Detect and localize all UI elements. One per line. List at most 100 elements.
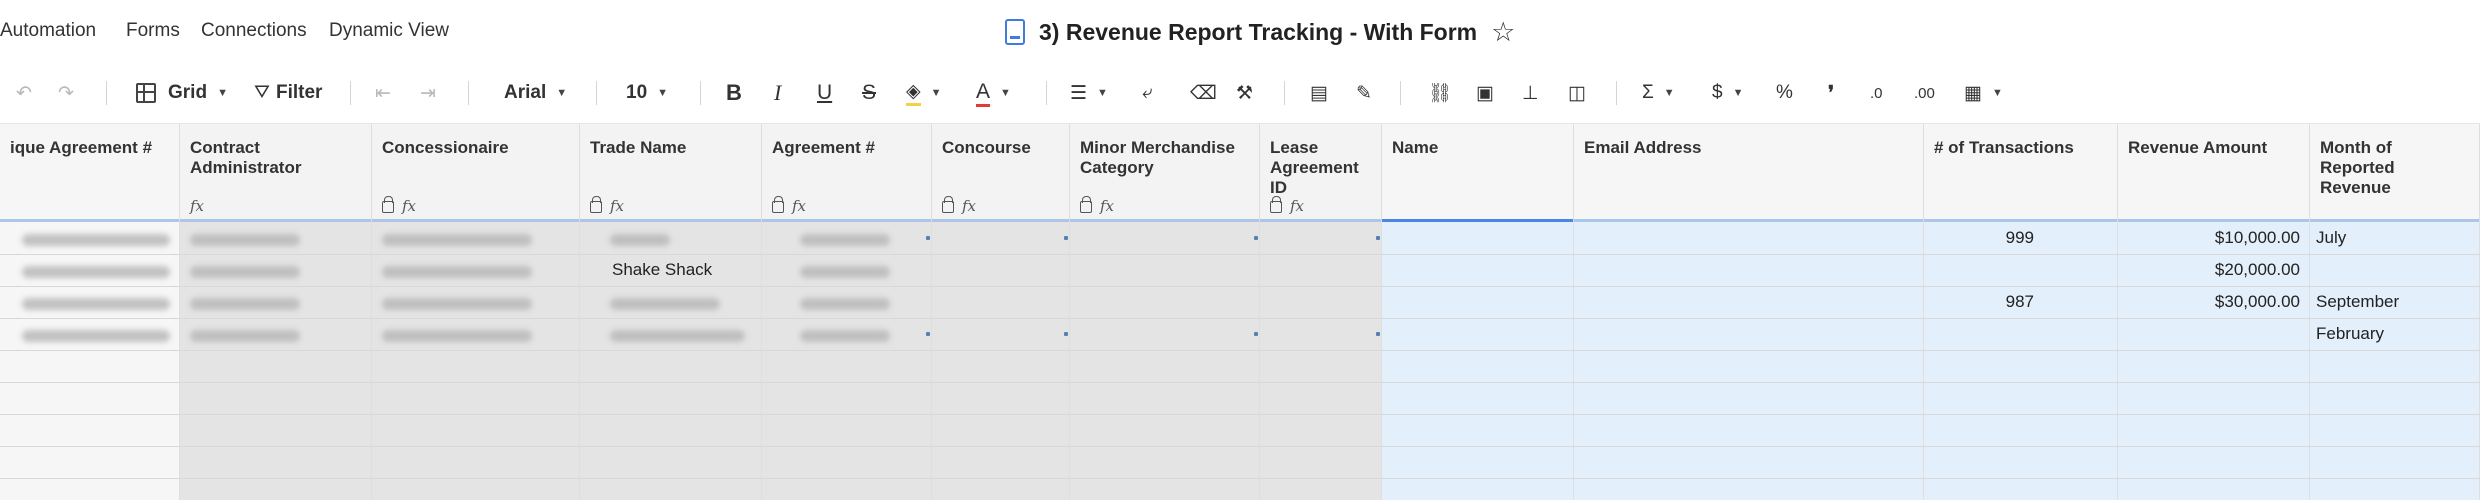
bold-button[interactable]: B <box>726 76 742 110</box>
column-header-icons: fx <box>942 196 976 215</box>
column-header[interactable]: Lease Agreement ID fx <box>1260 124 1381 222</box>
formula-icon: fx <box>610 197 625 215</box>
month-cell[interactable]: February <box>2316 324 2384 344</box>
column-header[interactable]: Name <box>1382 124 1573 222</box>
chevron-down-icon: ▼ <box>217 87 228 99</box>
outdent-icon[interactable]: ⇤ <box>375 76 391 110</box>
column-header[interactable]: Minor Merchandise Category fx <box>1070 124 1259 222</box>
view-selector[interactable]: Grid ▼ <box>136 76 228 110</box>
paint-bucket-icon: ◈ <box>906 80 921 106</box>
date-format-button[interactable]: ▦ ▼ <box>1964 76 2003 110</box>
row-divider <box>0 286 2480 287</box>
column-header-label: Trade Name <box>590 138 687 157</box>
column-lease-agreement-id[interactable]: Lease Agreement ID fx <box>1260 124 1382 500</box>
fill-color-button[interactable]: ◈ ▼ <box>906 76 942 110</box>
column-header-label: Email Address <box>1584 138 1702 157</box>
column-minor-merchandise-category[interactable]: Minor Merchandise Category fx <box>1070 124 1260 500</box>
underline-button[interactable]: U <box>817 76 832 110</box>
menu-dynamic-view[interactable]: Dynamic View <box>329 20 449 42</box>
clear-format-icon[interactable]: ⌫ <box>1190 76 1217 110</box>
redacted-cell <box>610 234 670 246</box>
column-header[interactable]: Concessionaire fx <box>372 124 579 222</box>
highlight-icon[interactable]: ✎ <box>1356 76 1372 110</box>
redacted-cell <box>190 298 300 310</box>
sum-button[interactable]: Σ ▼ <box>1642 76 1675 110</box>
filter-icon: ⛛ <box>254 82 270 103</box>
column-email-address[interactable]: Email Address <box>1574 124 1924 500</box>
column-number-of-transactions[interactable]: # of Transactions <box>1924 124 2118 500</box>
toolbar-divider <box>106 81 107 105</box>
column-header[interactable]: Trade Name fx <box>580 124 761 222</box>
column-agreement-number[interactable]: Agreement # fx <box>762 124 932 500</box>
column-header-label: Name <box>1392 138 1439 157</box>
column-month-of-reported-revenue[interactable]: Month of Reported Revenue <box>2310 124 2480 500</box>
column-contract-administrator[interactable]: Contract Administrator fx <box>180 124 372 500</box>
chevron-down-icon: ▼ <box>1991 87 2003 99</box>
document-title[interactable]: 3) Revenue Report Tracking - With Form <box>1039 19 1477 46</box>
formula-icon: fx <box>402 197 417 215</box>
trade-name-cell[interactable]: Shake Shack <box>612 260 712 280</box>
column-header[interactable]: ique Agreement # <box>0 124 179 222</box>
column-header[interactable]: Agreement # fx <box>762 124 931 222</box>
column-concourse[interactable]: Concourse fx <box>932 124 1070 500</box>
column-header[interactable]: Email Address <box>1574 124 1923 222</box>
transactions-cell[interactable]: 987 <box>1924 292 2034 312</box>
increase-decimal-button[interactable]: .00 <box>1914 76 1935 110</box>
column-unique-agreement[interactable]: ique Agreement # <box>0 124 180 500</box>
cell-marker <box>1254 236 1258 240</box>
column-header[interactable]: Month of Reported Revenue <box>2310 124 2479 222</box>
column-concessionaire[interactable]: Concessionaire fx <box>372 124 580 500</box>
column-revenue-amount[interactable]: Revenue Amount <box>2118 124 2310 500</box>
cell-marker <box>1064 332 1068 336</box>
column-header[interactable]: Concourse fx <box>932 124 1069 222</box>
star-icon[interactable]: ☆ <box>1491 18 1515 46</box>
font-family-select[interactable]: Arial ▼ <box>504 76 567 110</box>
percent-button[interactable]: % <box>1776 76 1793 110</box>
column-header-label: Minor Merchandise Category <box>1080 138 1235 177</box>
column-header[interactable]: Contract Administrator fx <box>180 124 371 222</box>
column-header[interactable]: # of Transactions <box>1924 124 2117 222</box>
revenue-amount-cell[interactable]: $20,000.00 <box>2118 260 2300 280</box>
filter-label: Filter <box>275 82 323 103</box>
menu-automation[interactable]: Automation <box>0 20 96 42</box>
transactions-cell[interactable]: 999 <box>1924 228 2034 248</box>
decrease-decimal-button[interactable]: .0 <box>1870 76 1883 110</box>
wrap-text-icon[interactable]: ⤶ <box>1142 76 1153 110</box>
link-icon[interactable]: ⛓ <box>1428 76 1452 110</box>
strikethrough-button[interactable]: S <box>862 76 876 110</box>
month-cell[interactable]: July <box>2316 228 2346 248</box>
filter-button[interactable]: ⛛ Filter <box>254 76 322 110</box>
align-button[interactable]: ☰ ▼ <box>1070 76 1108 110</box>
menu-forms[interactable]: Forms <box>126 20 180 42</box>
revenue-amount-cell[interactable]: $10,000.00 <box>2118 228 2300 248</box>
currency-button[interactable]: $ ▼ <box>1712 76 1743 110</box>
redo-icon[interactable]: ↷ <box>58 76 74 110</box>
image-icon[interactable]: ▣ <box>1476 76 1494 110</box>
formula-icon: fx <box>1100 197 1115 215</box>
month-cell[interactable]: September <box>2316 292 2399 312</box>
column-trade-name[interactable]: Trade Name fx <box>580 124 762 500</box>
column-name[interactable]: Name <box>1382 124 1574 500</box>
cell-marker <box>1254 332 1258 336</box>
italic-button[interactable]: I <box>774 76 781 110</box>
row-divider <box>0 318 2480 319</box>
thousands-separator-button[interactable]: ❜ <box>1828 76 1834 110</box>
menu-connections[interactable]: Connections <box>201 20 307 42</box>
insert-row-icon[interactable]: ⊥ <box>1522 76 1539 110</box>
column-header[interactable]: Revenue Amount <box>2118 124 2309 222</box>
sum-icon: Σ <box>1642 82 1654 103</box>
format-painter-icon[interactable]: ⚒ <box>1236 76 1253 110</box>
indent-icon[interactable]: ⇥ <box>420 76 436 110</box>
redacted-cell <box>382 298 532 310</box>
column-header-icons: fx <box>1270 196 1304 215</box>
undo-icon[interactable]: ↶ <box>16 76 32 110</box>
lock-icon <box>590 196 602 213</box>
text-color-button[interactable]: A ▼ <box>976 76 1011 110</box>
redacted-cell <box>22 330 170 342</box>
card-view-icon[interactable]: ▤ <box>1310 76 1328 110</box>
lock-icon <box>942 196 954 213</box>
revenue-amount-cell[interactable]: $30,000.00 <box>2118 292 2300 312</box>
column-properties-icon[interactable]: ◫ <box>1568 76 1586 110</box>
font-size-select[interactable]: 10 ▼ <box>626 76 668 110</box>
sheet-grid: ique Agreement # Contract Administrator … <box>0 124 2480 500</box>
